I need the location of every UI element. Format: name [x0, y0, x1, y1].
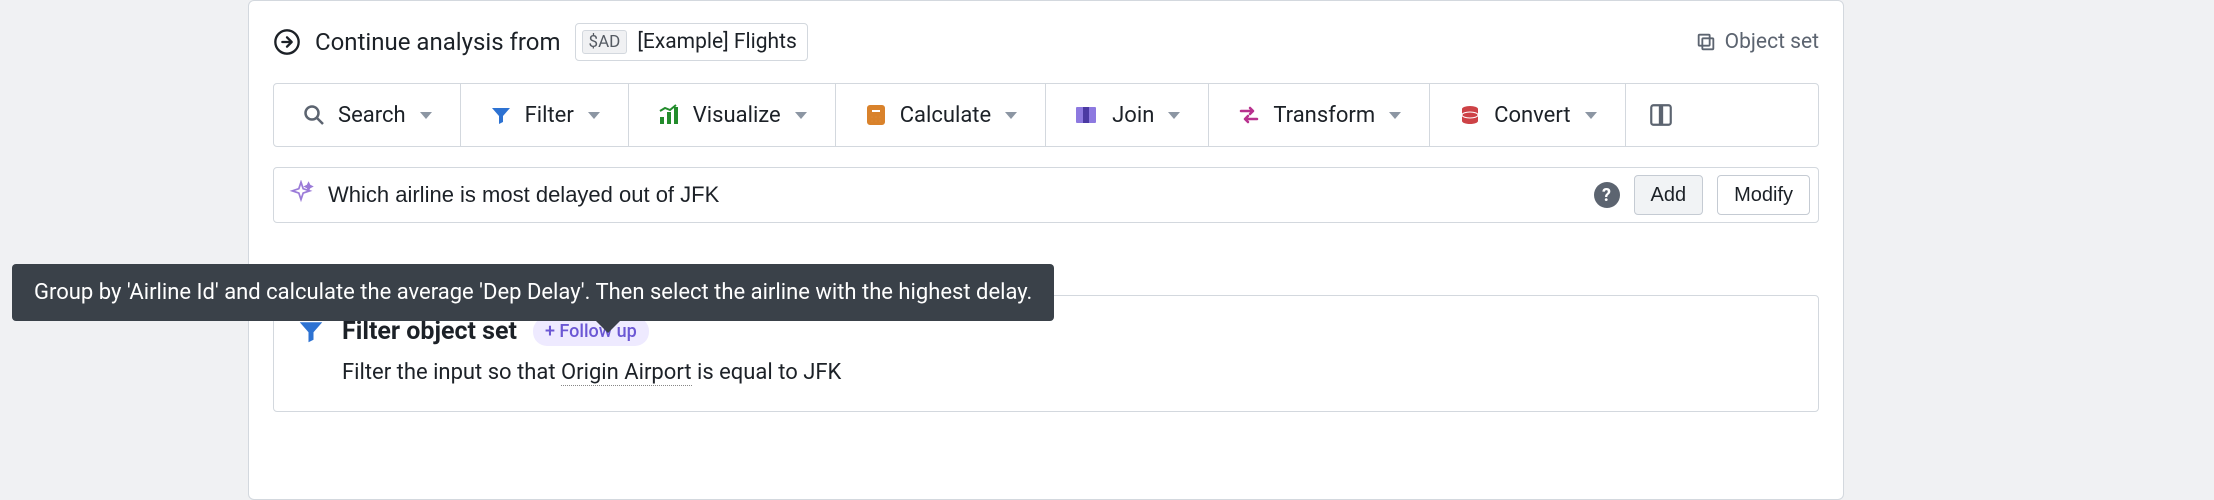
convert-label: Convert: [1494, 103, 1570, 128]
chevron-down-icon: [1585, 112, 1597, 119]
transform-icon: [1237, 103, 1261, 127]
ai-sparkle-icon: [288, 180, 314, 211]
copy-icon: [1695, 31, 1717, 53]
chevron-down-icon: [1168, 112, 1180, 119]
visualize-button[interactable]: Visualize: [629, 84, 836, 146]
join-label: Join: [1112, 103, 1154, 128]
chevron-down-icon: [588, 112, 600, 119]
query-input-row: ? Add Modify: [273, 167, 1819, 223]
chevron-down-icon: [420, 112, 432, 119]
add-button[interactable]: Add: [1634, 175, 1704, 215]
chart-icon: [657, 103, 681, 127]
chevron-down-icon: [1389, 112, 1401, 119]
search-label: Search: [338, 103, 406, 128]
search-button[interactable]: Search: [274, 84, 461, 146]
object-set-button[interactable]: Object set: [1695, 30, 1819, 54]
desc-prefix: Filter the input so that: [342, 360, 561, 385]
chevron-down-icon: [1005, 112, 1017, 119]
chip-label: [Example] Flights: [637, 30, 796, 54]
visualize-label: Visualize: [693, 103, 781, 128]
source-chip[interactable]: $AD [Example] Flights: [575, 23, 808, 61]
desc-field[interactable]: Origin Airport: [561, 360, 692, 386]
desc-suffix: is equal to JFK: [692, 360, 842, 385]
result-description: Filter the input so that Origin Airport …: [342, 360, 1796, 385]
database-icon: [1458, 103, 1482, 127]
filter-icon: [489, 103, 513, 127]
transform-button[interactable]: Transform: [1209, 84, 1430, 146]
header-prefix: Continue analysis from: [315, 28, 561, 56]
help-icon[interactable]: ?: [1594, 182, 1620, 208]
docs-button[interactable]: [1626, 84, 1696, 146]
filter-button[interactable]: Filter: [461, 84, 629, 146]
analysis-panel: Continue analysis from $AD [Example] Fli…: [248, 0, 1844, 500]
calculate-button[interactable]: Calculate: [836, 84, 1046, 146]
calculate-label: Calculate: [900, 103, 991, 128]
filter-label: Filter: [525, 103, 574, 128]
search-icon: [302, 103, 326, 127]
object-set-label: Object set: [1725, 30, 1819, 54]
action-toolbar: Search Filter Visualize Ca: [273, 83, 1819, 147]
calculator-icon: [864, 103, 888, 127]
query-input[interactable]: [328, 182, 1580, 208]
chip-badge: $AD: [582, 30, 628, 54]
chevron-down-icon: [795, 112, 807, 119]
book-icon: [1648, 102, 1674, 128]
convert-button[interactable]: Convert: [1430, 84, 1625, 146]
hint-tooltip: Group by 'Airline Id' and calculate the …: [12, 264, 1054, 321]
join-button[interactable]: Join: [1046, 84, 1209, 146]
continue-arrow-icon: [273, 28, 301, 56]
modify-button[interactable]: Modify: [1717, 175, 1810, 215]
join-icon: [1074, 103, 1100, 127]
transform-label: Transform: [1273, 103, 1375, 128]
header-row: Continue analysis from $AD [Example] Fli…: [273, 19, 1819, 65]
